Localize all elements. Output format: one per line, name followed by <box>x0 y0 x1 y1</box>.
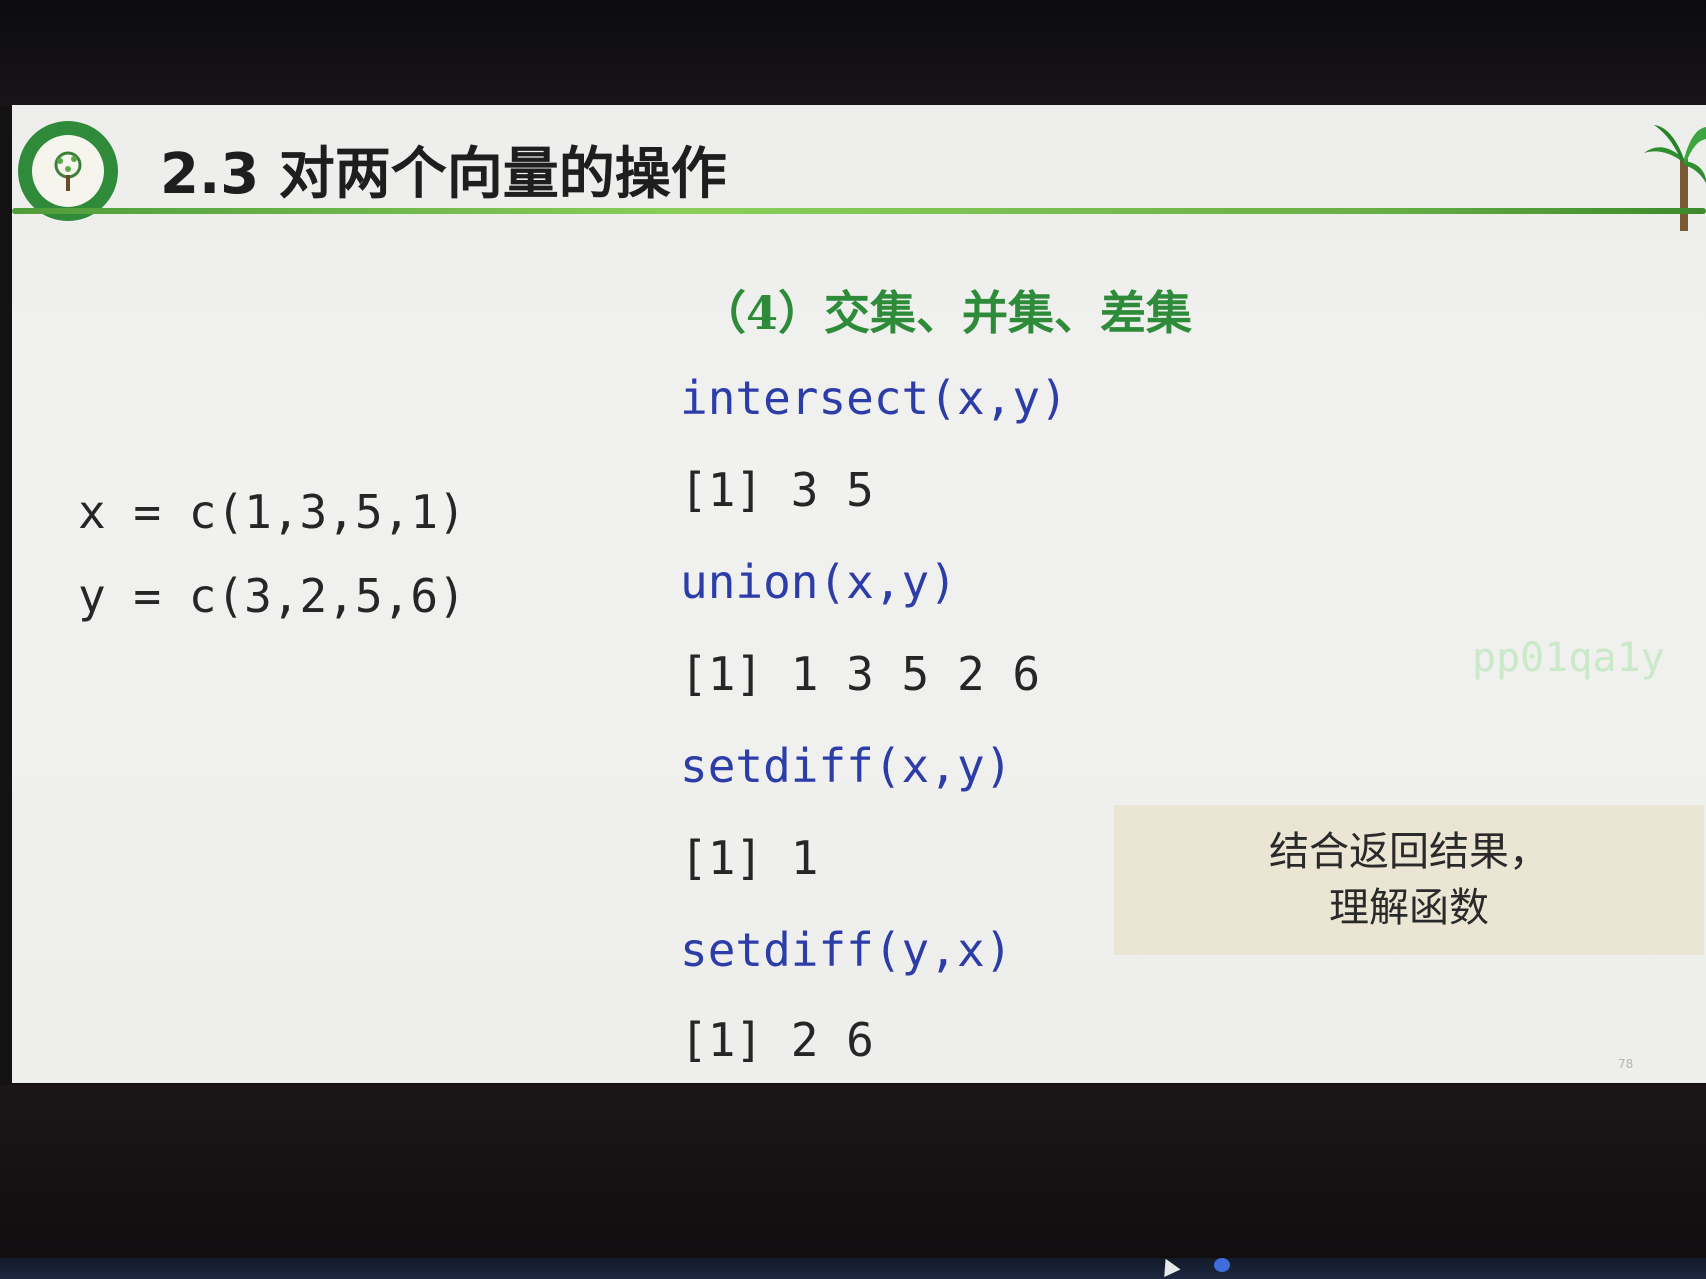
intersect-output: [1] 3 5 <box>680 463 874 517</box>
setdiff-yx-output: [1] 2 6 <box>680 1013 874 1067</box>
note-box: 结合返回结果， 理解函数 <box>1114 805 1704 955</box>
note-line-2: 理解函数 <box>1329 885 1489 931</box>
intersect-call: intersect(x,y) <box>680 371 1068 425</box>
setdiff-yx-call: setdiff(y,x) <box>680 923 1013 977</box>
union-call: union(x,y) <box>680 555 957 609</box>
monitor-bezel-top <box>0 0 1706 105</box>
vector-x-definition: x = c(1,3,5,1) <box>78 485 466 539</box>
monitor-bezel-bottom <box>0 1085 1706 1279</box>
page-number: 78 <box>1618 1057 1634 1071</box>
slide-title: 2.3 对两个向量的操作 <box>160 142 727 207</box>
setdiff-xy-output: [1] 1 <box>680 831 819 885</box>
note-line-1: 结合返回结果， <box>1269 829 1549 875</box>
setdiff-xy-call: setdiff(x,y) <box>680 739 1013 793</box>
palm-tree-icon <box>1644 125 1706 231</box>
section-heading: （4）交集、并集、差集 <box>700 286 1193 340</box>
presentation-slide: 2.3 对两个向量的操作 （4）交集、并集、差集 x = c(1,3,5,1) … <box>12 105 1706 1083</box>
university-emblem-icon <box>18 121 118 221</box>
union-output: [1] 1 3 5 2 6 <box>680 647 1041 701</box>
vector-y-definition: y = c(3,2,5,6) <box>78 569 466 623</box>
header-divider <box>12 208 1706 214</box>
watermark-text: pp01qa1y <box>1472 635 1665 681</box>
indicator-dot-icon <box>1214 1258 1230 1272</box>
taskbar-strip <box>0 1258 1706 1279</box>
